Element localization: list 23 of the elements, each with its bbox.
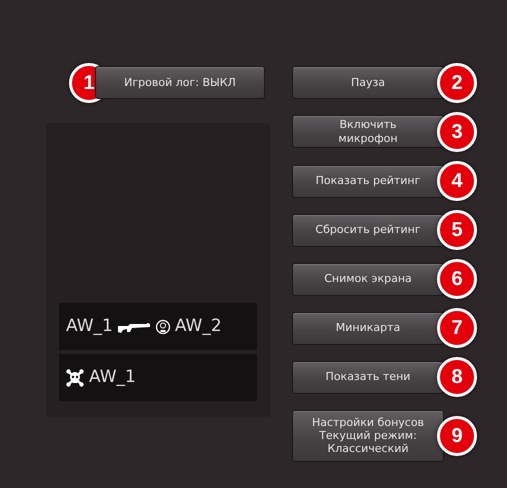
menu-button[interactable]: Включить микрофон: [292, 115, 444, 148]
menu-button[interactable]: Показать тени: [292, 360, 444, 394]
number-badge: 9: [437, 416, 477, 456]
menu-button[interactable]: Сбросить рейтинг: [292, 214, 444, 246]
number-badge: 8: [437, 357, 477, 397]
menu-button[interactable]: Снимок экрана: [292, 262, 444, 296]
player-name: AW_1: [66, 314, 113, 338]
headshot-icon: [156, 319, 170, 334]
number-badge: 5: [437, 210, 477, 250]
menu-button[interactable]: Настройки бонусов Текущий режим: Классический: [292, 410, 444, 462]
menu-button[interactable]: Игровой лог: ВЫКЛ: [95, 66, 265, 99]
number-badge: 3: [437, 112, 477, 152]
player-name: AW_1: [89, 366, 136, 389]
skull-crossbones-icon: [66, 368, 84, 386]
menu-button[interactable]: Пауза: [292, 66, 444, 99]
player-name: AW_2: [174, 314, 222, 338]
menu-button[interactable]: Миникарта: [292, 312, 444, 344]
number-badge: 6: [437, 259, 477, 299]
menu-button[interactable]: Показать рейтинг: [292, 164, 444, 198]
number-badge: 2: [437, 62, 477, 102]
number-badge: 4: [437, 161, 477, 201]
number-badge: 7: [437, 308, 477, 348]
rifle-icon: [118, 320, 151, 333]
